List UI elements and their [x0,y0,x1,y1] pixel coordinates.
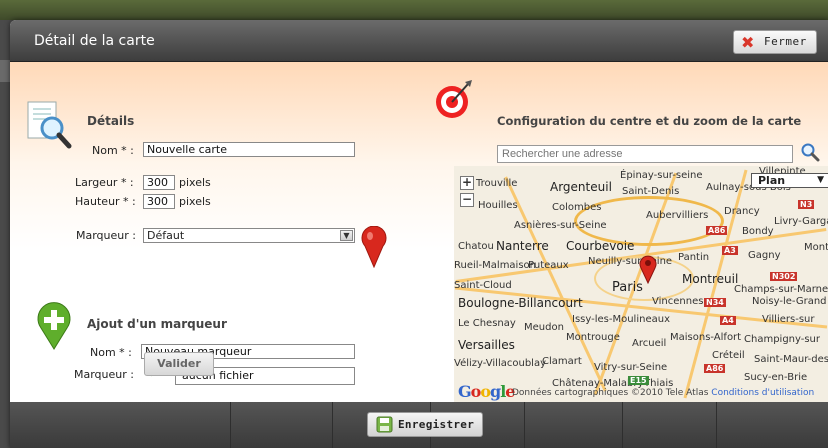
map-label: Colombes [552,202,602,213]
map-type-select[interactable]: Plan ▼ [751,173,828,188]
map-label: Nanterre [496,239,549,253]
map-detail-dialog: Détail de la carte ✖ Fermer Détails Nom … [10,20,828,448]
validate-button[interactable]: Valider [144,352,214,376]
map-label: Courbevoie [566,239,635,253]
green-add-marker-icon [37,302,71,350]
map-terms-link[interactable]: Conditions d'utilisation [711,388,814,398]
marker-select[interactable]: Défaut ▼ [143,228,355,243]
width-unit: pixels [179,176,211,189]
map-label: Saint-Cloud [454,280,512,291]
map-label: Vélizy-Villacoublay [454,358,546,369]
details-heading: Détails [87,114,135,128]
dialog-titlebar: Détail de la carte ✖ Fermer [10,20,828,62]
marker-file-label: Marqueur : [74,368,134,381]
marker-select-value: Défaut [147,229,185,242]
map-label: Champs-sur-Marne [734,284,828,295]
map-label: Villiers-sur [762,314,815,325]
road-badge: N34 [704,298,726,307]
road-badge: A3 [722,246,738,255]
target-icon [436,80,472,118]
map-label: Pantin [678,252,710,263]
google-logo: Google [458,382,515,401]
red-marker-pin-icon [361,226,387,268]
map-label: Saint-Denis [622,186,680,197]
map-copyright: Données cartographiques ©2010 Tele Atlas… [512,388,814,398]
road-badge: N3 [798,200,815,209]
map-label: Montfe [804,242,828,253]
close-button[interactable]: ✖ Fermer [733,30,817,54]
map-label: Neuilly-sur-Seine [588,256,673,267]
map-label: Gagny [748,250,781,261]
zoom-out-button[interactable]: − [460,193,474,207]
add-marker-heading: Ajout d'un marqueur [87,317,227,331]
close-button-label: Fermer [764,35,807,48]
dialog-title: Détail de la carte [34,33,155,49]
map-label: Clamart [542,356,582,367]
map-label: Bondy [742,226,774,237]
map-type-value: Plan [758,174,786,187]
map-label: Versailles [458,338,515,352]
chevron-down-icon: ▼ [817,175,824,185]
map-label: Saint-Maur-des [754,354,828,365]
save-button-label: Enregistrer [398,418,475,431]
height-unit: pixels [179,195,211,208]
map-label: Champigny-sur [744,334,821,345]
map-label: Chatou [458,241,494,252]
map-label: Issy-les-Moulineaux [572,314,670,325]
map-label: Meudon [524,322,564,333]
marker-label: Marqueur : [76,229,136,242]
dialog-footer: Enregistrer [10,402,828,448]
map-label: Montrouge [566,332,620,343]
map-label: Noisy-le-Grand [752,296,827,307]
save-button[interactable]: Enregistrer [367,412,483,437]
chevron-down-icon: ▼ [340,230,353,241]
width-input[interactable] [143,175,175,190]
map-label: Maisons-Alfort [670,332,742,343]
map-label: Rueil-Malmaison [454,260,537,271]
map-label: Vitry-sur-Seine [594,362,668,373]
name-label: Nom * : [92,144,134,157]
map-label: Arcueil [632,338,667,349]
map-label: Sucy-en-Brie [744,372,808,383]
width-label: Largeur * : [75,176,134,189]
map-label: Trouville [476,178,518,189]
map-copyright-text: Données cartographiques ©2010 Tele Atlas [512,388,709,398]
map-marker-icon[interactable] [638,254,658,284]
map-label: Le Chesnay [458,318,516,329]
map-view[interactable]: Trouville Épinay-sur-seine Villepinte Ar… [454,166,828,402]
map-label: Argenteuil [550,180,612,194]
address-search-input[interactable] [497,145,793,163]
map-label: Asnières-sur-Seine [514,220,607,231]
map-label: Houilles [478,200,518,211]
map-label: Drancy [724,206,760,217]
map-label: Boulogne-Billancourt [458,296,583,310]
road-badge: A4 [720,316,736,325]
map-label: Puteaux [528,260,569,271]
map-label: Créteil [712,350,745,361]
map-label: Vincennes [652,296,704,307]
map-label: Livry-Garga [774,216,828,227]
height-label: Hauteur * : [75,195,136,208]
dialog-body: Détails Nom * : Largeur * : pixels Haute… [10,62,828,402]
road-badge: A86 [706,226,728,235]
save-icon [376,416,393,433]
config-heading: Configuration du centre et du zoom de la… [497,114,802,128]
map-label: Montreuil [682,272,739,286]
search-icon[interactable] [800,142,820,162]
marker-name-label: Nom * : [90,346,132,359]
road-badge: A86 [704,364,726,373]
zoom-in-button[interactable]: + [460,176,474,190]
road-badge: N302 [770,272,798,281]
map-name-input[interactable] [143,142,355,157]
map-label: Aubervilliers [646,210,709,221]
road-badge: E15 [628,376,649,385]
background-topbar [0,0,828,20]
height-input[interactable] [143,194,175,209]
map-label: Épinay-sur-seine [620,170,703,181]
document-search-icon [27,101,72,149]
close-icon: ✖ [741,33,755,52]
